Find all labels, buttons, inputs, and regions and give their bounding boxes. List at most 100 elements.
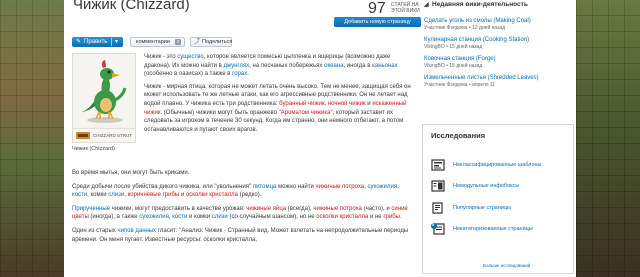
article-paragraph: Во время мытья, они могут быть криками. (72, 169, 410, 178)
article-link[interactable]: существо (177, 54, 203, 60)
comments-count-badge: 0 (175, 39, 181, 45)
activity-item-title[interactable]: Кулинарная станция (Cooking Station) (424, 37, 574, 44)
activity-item[interactable]: Сделать уголь из смолы (Making Coal) Уча… (424, 18, 574, 31)
infobox-caption: CHIZZARD STRUT (93, 133, 132, 138)
article-text: (особенно в оазисах) а также в (144, 71, 233, 78)
redlink[interactable]: коричневые грибы (128, 192, 180, 198)
article-body-top: Чижик - это существо, которое является п… (144, 53, 412, 138)
redlink[interactable]: "Ароматом чижика" (279, 110, 333, 116)
explore-item-label[interactable]: Немодульные инфобоксы (453, 183, 519, 189)
article-text: Один из старых (72, 227, 118, 234)
infobox-caption-bar: CHIZZARD STRUT (73, 128, 135, 142)
activity-item[interactable]: Измельченные листья (Shredded Leaves) Уч… (424, 75, 574, 88)
article-link[interactable]: кости (72, 192, 87, 198)
activity-item-title[interactable]: Ковочная станция (Forge) (424, 56, 574, 63)
article-text: и (179, 192, 186, 199)
article-body: Во время мытья, они могут быть криками. … (72, 169, 410, 249)
activity-item[interactable]: Ковочная станция (Forge) VikingBO • 15 д… (424, 56, 574, 69)
pencil-icon: ✎ (76, 39, 82, 45)
article-link[interactable]: питомца (253, 184, 277, 190)
popular-pages-icon (432, 202, 443, 214)
uncategorized-templates-icon (431, 159, 445, 171)
article-text: (иногда), а также (88, 214, 140, 221)
activity-item-title[interactable]: Измельченные листья (Shredded Leaves) (424, 75, 574, 82)
redlink[interactable]: чижиные потроха (316, 184, 365, 190)
article-text: , на песчаных побережьях (249, 62, 325, 69)
redlink[interactable]: чижиные яйца (246, 206, 286, 212)
activity-item-title[interactable]: Сделать уголь из смолы (Making Coal) (424, 18, 574, 25)
edit-button[interactable]: ✎ Править ▼ (72, 37, 123, 47)
article-text: , комки (87, 192, 109, 199)
redlink[interactable]: чижиные потроха (313, 206, 362, 212)
article-text: (редко). (237, 192, 262, 199)
explore-item-label[interactable]: Некатегоризованные страницы (453, 226, 533, 232)
article-paragraph: Прирученные чижики, могут предоставить в… (72, 205, 410, 222)
right-rail: ◢ Недавняя вики-деятельность Сделать уго… (420, 0, 576, 277)
add-new-page-button[interactable]: Добавить новую страницу (334, 17, 421, 27)
redlink[interactable]: грибы (383, 214, 400, 220)
article-text: (со случайным шансом), но не (227, 214, 317, 221)
comments-label: комментарии (136, 39, 170, 45)
article-link[interactable]: кости (172, 214, 187, 220)
article-link[interactable]: сухожилия (139, 214, 169, 220)
explore-title: Исследования (431, 131, 486, 140)
chizzard-image (75, 56, 133, 126)
more-explore-link[interactable]: Больше исследований (483, 263, 530, 268)
edit-divider (111, 38, 112, 46)
page-content: Чижик (Chizzard) 97 СТАТЕЙ НА ЭТОЙ ВИКИ … (64, 0, 576, 277)
article-link[interactable]: джунглях (224, 63, 250, 69)
explore-item-label[interactable]: Неклассифицированные шаблоны (453, 162, 542, 168)
article-paragraph: Один из старых чипов данных гласит: "Ана… (72, 227, 410, 244)
article-text: (всегда), (286, 205, 314, 212)
article-text: можно найти (276, 183, 316, 190)
infobox-image[interactable]: CHIZZARD STRUT (72, 53, 136, 143)
explore-item-label[interactable]: Популярные страницы (453, 205, 511, 211)
article-text: Чижик - это (144, 54, 178, 60)
article-text: Среди добычи после убийства дикого чижик… (72, 183, 253, 190)
activity-list: Сделать уголь из смолы (Making Coal) Уча… (424, 18, 574, 94)
edit-label: Править (84, 39, 108, 45)
chevron-down-icon[interactable]: ▼ (114, 37, 119, 47)
share-label: Поделиться (202, 39, 233, 45)
activity-item-meta: VikingBO • 15 дней назад (424, 44, 483, 50)
article-text: , (397, 183, 399, 190)
explore-badge: 5 (432, 222, 435, 227)
activity-title: Недавняя вики-деятельность (432, 1, 528, 8)
article-paragraph: Среди добычи после убийства дикого чижик… (72, 183, 410, 200)
article-text: и комки (187, 214, 212, 221)
game-logo-icon (76, 132, 90, 139)
article-text: , иногда в (343, 62, 373, 69)
redlink[interactable]: ночной чижик (328, 101, 366, 107)
article-link[interactable]: Прирученные (72, 206, 110, 212)
article-paragraph: Чижик - это существо, которое является п… (144, 53, 412, 79)
article-link[interactable]: слизи (212, 214, 228, 220)
share-button[interactable]: ⤴ Поделиться (190, 37, 232, 47)
article-text: и не (368, 214, 384, 221)
article-link[interactable]: океана (324, 63, 343, 69)
article-link[interactable]: чипов данных (117, 228, 156, 234)
activity-item-meta: Участник Фэндома • апреля 11 (424, 82, 496, 88)
activity-item-meta: Участник Фэндома • 12 дней назад (424, 25, 506, 31)
article-count: 97 (368, 0, 386, 17)
redlink[interactable]: осколки кристалла (186, 192, 238, 198)
activity-item[interactable]: Кулинарная станция (Cooking Station) Vik… (424, 37, 574, 50)
article-text: (часто), и (361, 205, 392, 212)
article-text: чижики, могут предоставить в качестве ур… (110, 205, 247, 212)
redlink[interactable]: буранный чижик (279, 101, 324, 107)
article-text: Во время мытья, они могут быть криками. (72, 170, 190, 176)
comments-button[interactable]: комментарии 0 (130, 37, 185, 47)
article-link[interactable]: каньонах (372, 63, 398, 69)
article-link[interactable]: сухожилия (367, 184, 397, 190)
image-caption: Чижик (Chizzard) (72, 146, 115, 152)
article-link[interactable]: горах (232, 71, 247, 77)
non-portable-infobox-icon (431, 180, 445, 192)
redlink[interactable]: осколки кристалла (316, 214, 368, 220)
activity-icon: ◢ (424, 2, 429, 8)
page-title: Чижик (Chizzard) (73, 0, 190, 13)
article-link[interactable]: слизи (108, 192, 124, 198)
explore-module: Исследования Неклассифицированные шаблон… (422, 124, 574, 274)
activity-header: ◢ Недавняя вики-деятельность (420, 0, 574, 10)
article-text: . (Обычные) чижики могут быть оранжево (160, 109, 279, 116)
share-icon: ⤴ (194, 39, 201, 45)
activity-item-meta: VikingBO • 15 дней назад (424, 63, 483, 69)
